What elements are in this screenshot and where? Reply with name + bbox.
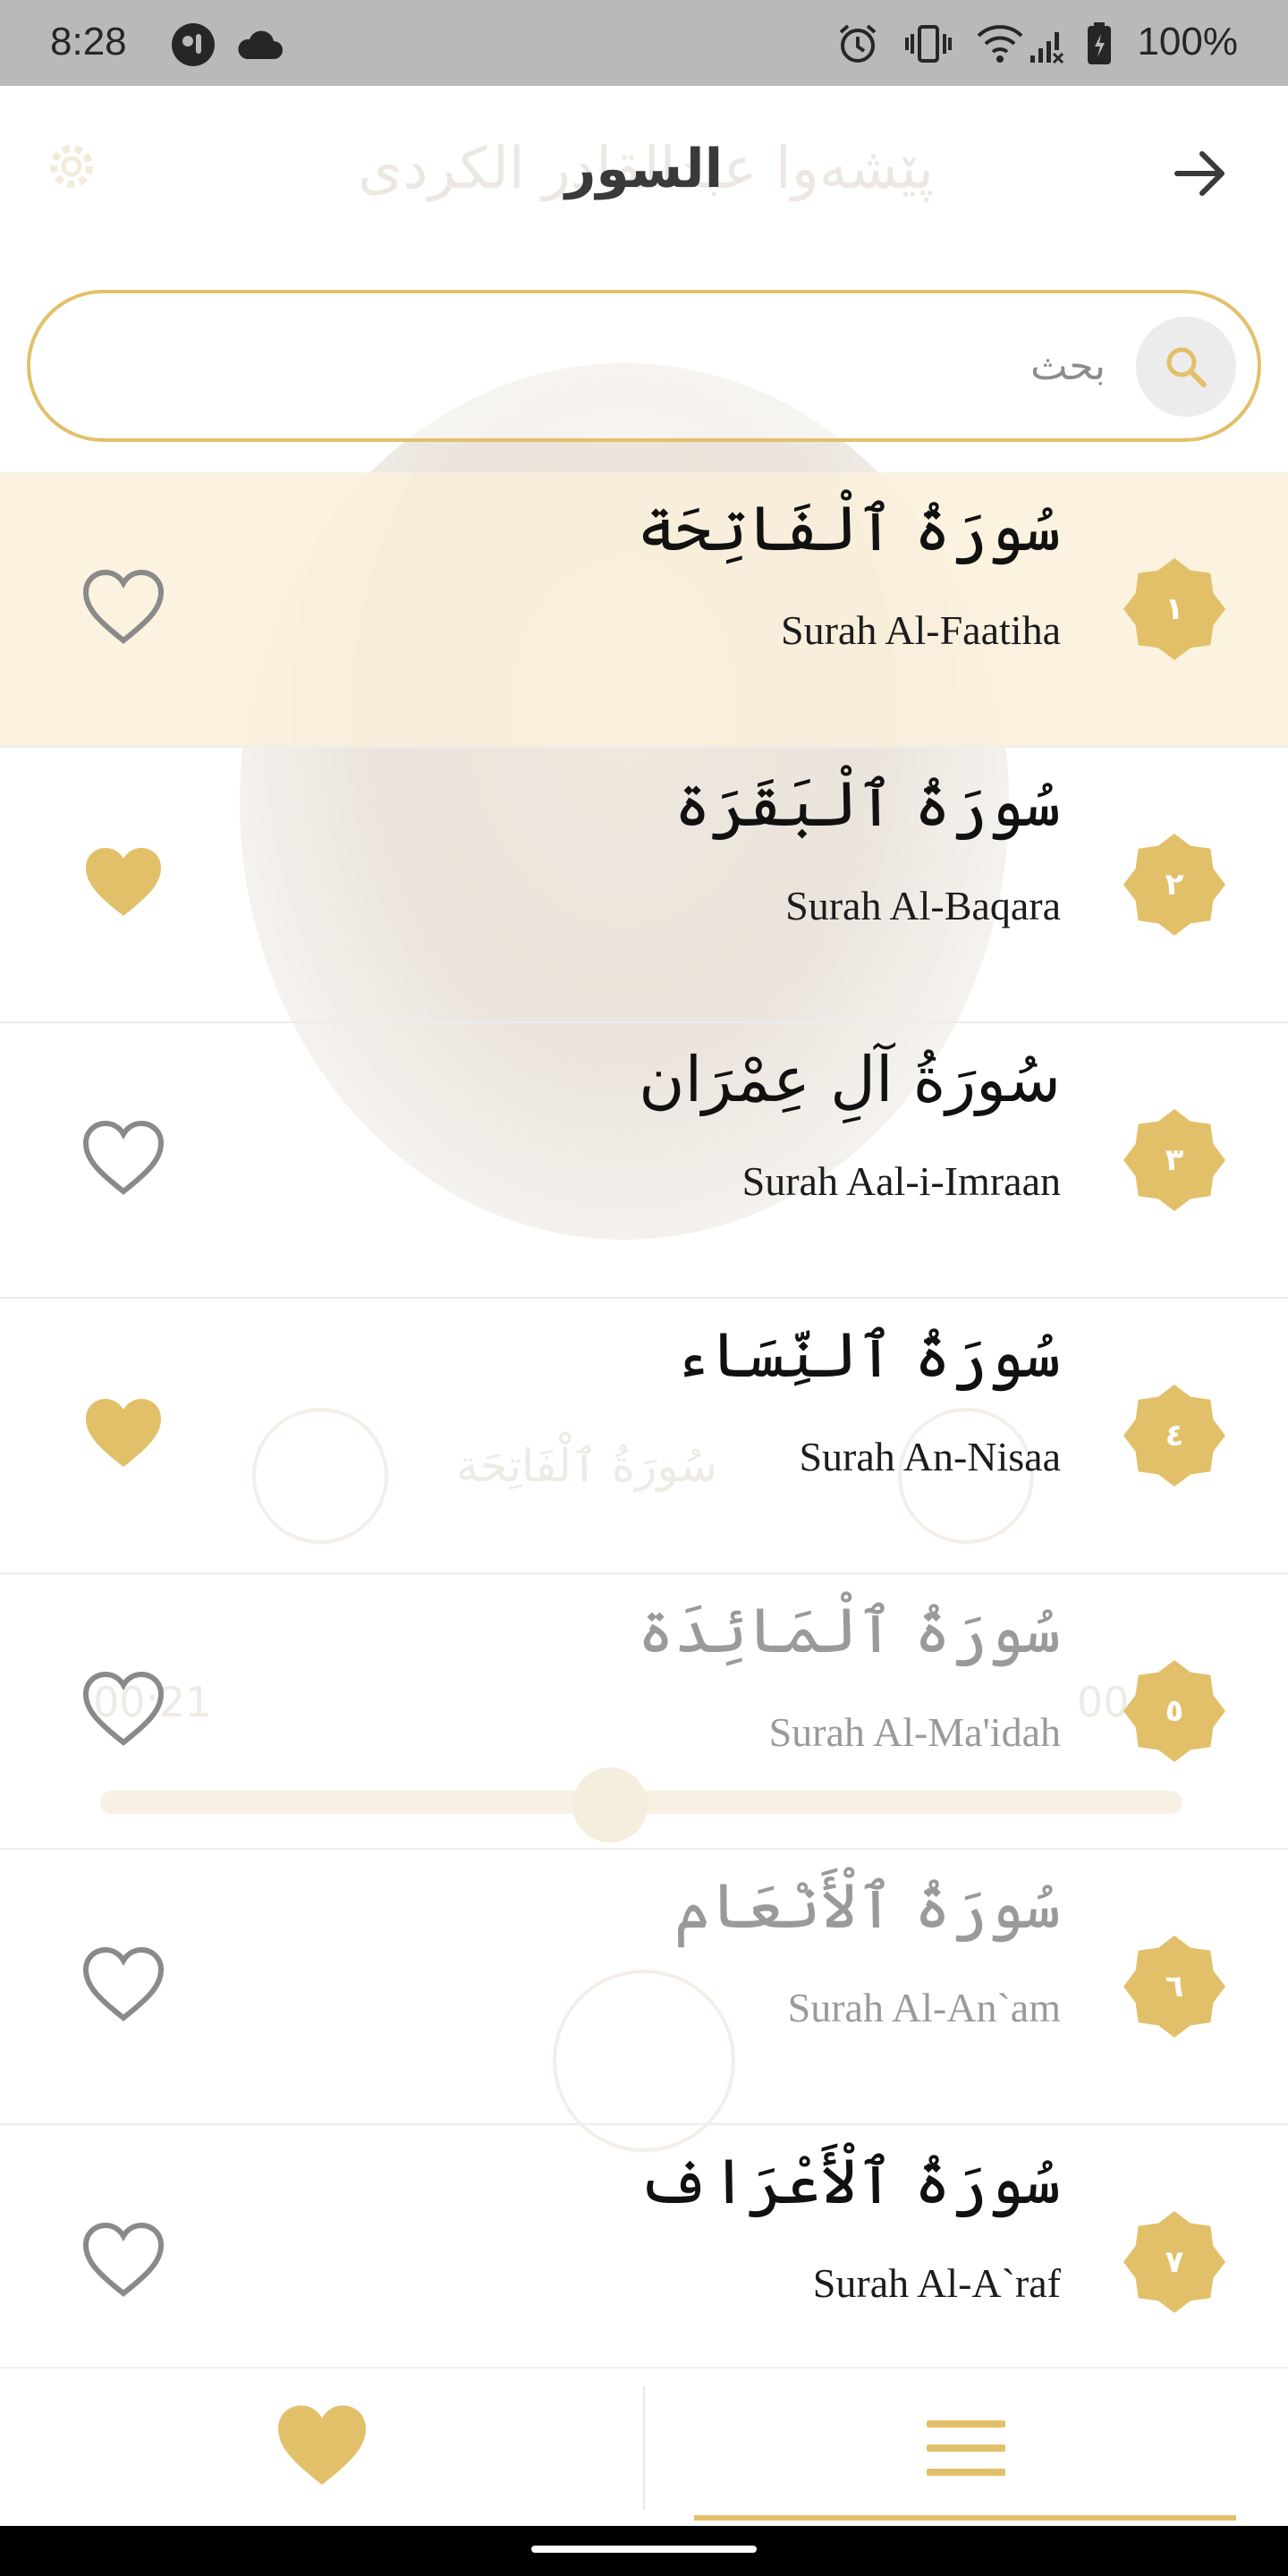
app-notification-icon — [170, 21, 216, 72]
heart-icon[interactable] — [272, 2397, 372, 2497]
search-input[interactable] — [211, 326, 1106, 406]
surah-english-name: Surah Al-Ma'idah — [768, 1709, 1061, 1755]
surah-arabic-name: سُورَةُ ٱلْأَنْعَام — [674, 1869, 1061, 1943]
search-bar — [27, 290, 1261, 442]
surah-arabic-name: سُورَةُ ٱلْأَعْرَاف — [637, 2145, 1061, 2218]
menu-icon[interactable] — [923, 2408, 1009, 2488]
surah-english-name: Surah Al-Baqara — [785, 883, 1061, 928]
surah-number-badge: ٤ — [1122, 1383, 1227, 1488]
surah-number-badge: ٢ — [1122, 832, 1227, 937]
status-time: 8:28 — [50, 20, 127, 64]
system-nav-bar — [0, 2526, 1288, 2576]
surah-english-name: Surah Al-A`raf — [812, 2260, 1061, 2306]
app-header: السور — [0, 86, 1288, 265]
surah-row[interactable]: سُورَةُ ٱلنِّسَاء Surah An-Nisaa ٤ — [0, 1299, 1288, 1574]
surah-row[interactable]: سُورَةُ ٱلْمَائِدَة Surah Al-Ma'idah ٥ — [0, 1574, 1288, 1850]
bottom-nav — [0, 2367, 1288, 2526]
heart-filled-icon[interactable] — [80, 1392, 166, 1478]
heart-outline-icon[interactable] — [80, 1943, 166, 2029]
surah-english-name: Surah Al-Faatiha — [781, 607, 1061, 653]
surah-number-badge: ١ — [1122, 556, 1227, 662]
home-indicator[interactable] — [531, 2546, 757, 2553]
surah-number: ٢ — [1165, 867, 1184, 902]
surah-number-badge: ٥ — [1122, 1658, 1227, 1764]
surah-row[interactable]: سُورَةُ ٱلْأَعْرَاف Surah Al-A`raf ٧ — [0, 2125, 1288, 2401]
vibrate-icon — [905, 21, 952, 70]
battery-percent: 100% — [1137, 20, 1238, 64]
heart-outline-icon[interactable] — [80, 565, 166, 651]
surah-arabic-name: سُورَةُ ٱلْفَاتِحَة — [637, 492, 1061, 565]
nav-divider — [643, 2386, 645, 2510]
alarm-icon — [835, 21, 880, 70]
heart-outline-icon[interactable] — [80, 1116, 166, 1202]
heart-outline-icon[interactable] — [80, 1667, 166, 1753]
surah-row[interactable]: سُورَةُ ٱلْأَنْعَام Surah Al-An`am ٦ — [0, 1850, 1288, 2125]
surah-row[interactable]: سُورَةُ ٱلْبَقَرَة Surah Al-Baqara ٢ — [0, 748, 1288, 1023]
surah-english-name: Surah An-Nisaa — [799, 1434, 1061, 1479]
surah-row[interactable]: سُورَةُ ٱلْفَاتِحَة Surah Al-Faatiha ١ — [0, 472, 1288, 748]
search-button[interactable] — [1136, 317, 1236, 417]
surah-arabic-name: سُورَةُ ٱلْبَقَرَة — [674, 767, 1061, 841]
surah-number: ١ — [1165, 591, 1184, 627]
surah-number: ٧ — [1165, 2244, 1184, 2280]
surah-list: سُورَةُ ٱلْفَاتِحَة Surah Al-Faatiha ١ سُور… — [0, 472, 1288, 2401]
surah-row[interactable]: سُورَةُ آلِ عِمْرَان Surah Aal-i-Imraan ٣ — [0, 1023, 1288, 1299]
surah-arabic-name: سُورَةُ ٱلنِّسَاء — [674, 1318, 1061, 1392]
surah-arabic-name: سُورَةُ آلِ عِمْرَان — [639, 1043, 1061, 1116]
heart-outline-icon[interactable] — [80, 2218, 166, 2304]
surah-number-badge: ٦ — [1122, 1934, 1227, 2039]
search-icon — [1166, 347, 1207, 387]
arrow-right-icon[interactable] — [1168, 141, 1233, 206]
surah-arabic-name: سُورَةُ ٱلْمَائِدَة — [637, 1594, 1061, 1667]
surah-number: ٦ — [1165, 1969, 1184, 2004]
battery-icon — [1086, 21, 1113, 70]
page-title: السور — [564, 138, 724, 200]
surah-number: ٤ — [1165, 1418, 1184, 1453]
wifi-icon — [975, 21, 1025, 70]
heart-filled-icon[interactable] — [80, 841, 166, 927]
signal-icon — [1029, 21, 1066, 70]
surah-number-badge: ٣ — [1122, 1107, 1227, 1213]
surah-english-name: Surah Al-An`am — [787, 1985, 1061, 2030]
surah-number: ٥ — [1165, 1693, 1184, 1729]
surah-number-badge: ٧ — [1122, 2209, 1227, 2315]
status-bar: 8:28 100% — [0, 0, 1288, 86]
surah-english-name: Surah Aal-i-Imraan — [741, 1158, 1061, 1204]
active-tab-indicator — [694, 2515, 1236, 2521]
surah-number: ٣ — [1165, 1142, 1184, 1178]
cloud-icon — [234, 27, 284, 66]
